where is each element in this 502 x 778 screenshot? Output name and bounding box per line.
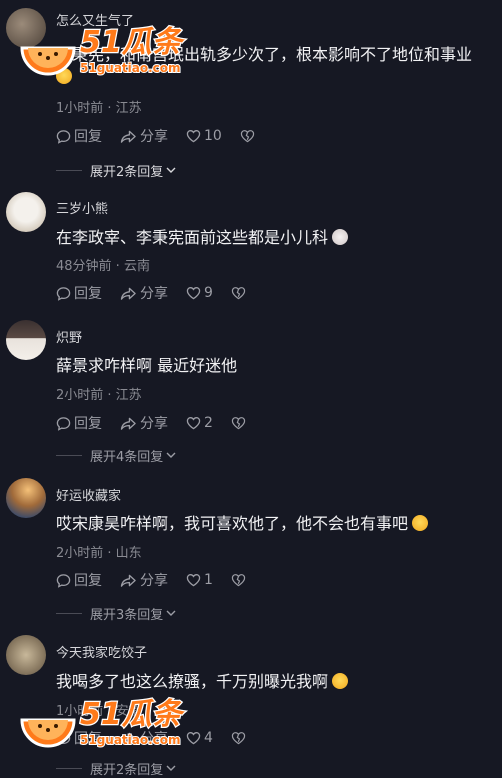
broken-heart-icon	[231, 417, 246, 430]
like-count: 2	[204, 415, 213, 431]
dislike-button[interactable]	[231, 286, 249, 300]
expand-replies-button[interactable]: 展开3条回复	[56, 604, 177, 623]
broken-heart-icon	[231, 732, 246, 745]
like-button[interactable]: 10	[186, 128, 222, 144]
comment-username[interactable]: 好运收藏家	[56, 485, 121, 504]
reply-label: 回复	[74, 286, 102, 302]
comment-username[interactable]: 今天我家吃饺子	[56, 642, 147, 661]
avatar[interactable]	[6, 320, 46, 360]
dislike-button[interactable]	[231, 573, 249, 587]
comment-meta: 2小时前 · 江苏	[56, 388, 142, 403]
share-label: 分享	[140, 573, 168, 589]
expand-replies-label: 展开2条回复	[90, 164, 164, 180]
heart-icon	[186, 130, 201, 143]
comment-actions: 回复 分享 10	[56, 126, 276, 146]
like-count: 9	[204, 285, 213, 301]
expand-replies-button[interactable]: 展开2条回复	[56, 759, 177, 778]
like-count: 1	[204, 572, 213, 588]
reply-button[interactable]: 回复	[56, 283, 102, 303]
expand-replies-label: 展开4条回复	[90, 449, 164, 465]
share-button[interactable]: 分享	[120, 413, 168, 433]
comment-meta: 48分钟前 · 云南	[56, 259, 150, 274]
expand-replies-label: 展开3条回复	[90, 607, 164, 623]
like-count: 10	[204, 128, 222, 144]
avatar[interactable]	[6, 635, 46, 675]
heart-icon	[186, 574, 201, 587]
comment-text-content: 在李政宰、李秉宪面前这些都是小儿科	[56, 228, 329, 247]
broken-heart-icon	[240, 130, 255, 143]
reply-icon	[56, 416, 71, 431]
watermark-brand: 51瓜条	[80, 697, 186, 732]
watermark-logo: 51瓜条 51guatiao.com	[18, 690, 193, 754]
comment-username[interactable]: 炽野	[56, 327, 82, 346]
reply-label: 回复	[74, 416, 102, 432]
comment-text: 哎宋康昊咋样啊，我可喜欢他了，他不会也有事吧	[56, 513, 496, 535]
heart-icon	[186, 287, 201, 300]
watermark-brand: 51瓜条	[80, 25, 186, 60]
divider-line	[56, 612, 82, 614]
avatar[interactable]	[6, 192, 46, 232]
share-button[interactable]: 分享	[120, 570, 168, 590]
reply-icon	[56, 573, 71, 588]
divider-line	[56, 454, 82, 456]
share-button[interactable]: 分享	[120, 126, 168, 146]
expand-replies-label: 展开2条回复	[90, 762, 164, 778]
reply-icon	[56, 129, 71, 144]
comment-text-content: 哎宋康昊咋样啊，我可喜欢他了，他不会也有事吧	[56, 514, 409, 533]
chevron-down-icon	[166, 452, 176, 458]
reply-button[interactable]: 回复	[56, 413, 102, 433]
comment-text: 在李政宰、李秉宪面前这些都是小儿科	[56, 227, 496, 249]
share-label: 分享	[140, 129, 168, 145]
chevron-down-icon	[166, 167, 176, 173]
reply-label: 回复	[74, 129, 102, 145]
chevron-down-icon	[166, 610, 176, 616]
watermark-logo-graphic: 51瓜条 51guatiao.com	[20, 24, 187, 76]
divider-line	[56, 169, 82, 171]
reply-button[interactable]: 回复	[56, 570, 102, 590]
reply-button[interactable]: 回复	[56, 126, 102, 146]
comment-text: 薛景求咋样啊 最近好迷他	[56, 355, 496, 377]
share-icon	[120, 574, 136, 587]
heart-icon	[186, 417, 201, 430]
melon-slice-icon	[20, 718, 76, 748]
broken-heart-icon	[231, 574, 246, 587]
like-button[interactable]: 9	[186, 285, 213, 301]
share-icon	[120, 417, 136, 430]
cat-face-emoji	[332, 229, 349, 245]
comment-meta: 1小时前 · 江苏	[56, 101, 142, 116]
like-count: 4	[204, 730, 213, 746]
comment-meta: 2小时前 · 山东	[56, 546, 142, 561]
comment-text-content: 我喝多了也这么撩骚，千万别曝光我啊	[56, 672, 329, 691]
avatar[interactable]	[6, 478, 46, 518]
share-label: 分享	[140, 416, 168, 432]
expand-replies-button[interactable]: 展开4条回复	[56, 446, 177, 465]
crying-emoji	[332, 673, 349, 689]
dislike-button[interactable]	[240, 129, 258, 143]
like-button[interactable]: 1	[186, 572, 213, 588]
dislike-button[interactable]	[231, 731, 249, 745]
reply-label: 回复	[74, 573, 102, 589]
watermark-url: 51guatiao.com	[80, 61, 181, 75]
share-icon	[120, 287, 136, 300]
comment-actions: 回复 分享 1	[56, 570, 267, 590]
divider-line	[56, 767, 82, 769]
comment-actions: 回复 分享 9	[56, 283, 267, 303]
share-icon	[120, 130, 136, 143]
comment-username[interactable]: 三岁小熊	[56, 198, 108, 217]
melon-slice-icon	[20, 46, 76, 76]
expand-replies-button[interactable]: 展开2条回复	[56, 161, 177, 180]
chevron-down-icon	[166, 765, 176, 771]
broken-heart-icon	[231, 287, 246, 300]
watermark-url: 51guatiao.com	[80, 733, 181, 747]
comment-text-content: 薛景求咋样啊 最近好迷他	[56, 356, 238, 375]
watermark-logo: 51瓜条 51guatiao.com	[18, 18, 193, 82]
share-label: 分享	[140, 286, 168, 302]
comment-actions: 回复 分享 2	[56, 413, 267, 433]
dislike-button[interactable]	[231, 416, 249, 430]
watermark-logo-graphic: 51瓜条 51guatiao.com	[20, 696, 187, 748]
share-button[interactable]: 分享	[120, 283, 168, 303]
reply-icon	[56, 286, 71, 301]
smiling-emoji	[412, 515, 429, 531]
like-button[interactable]: 2	[186, 415, 213, 431]
